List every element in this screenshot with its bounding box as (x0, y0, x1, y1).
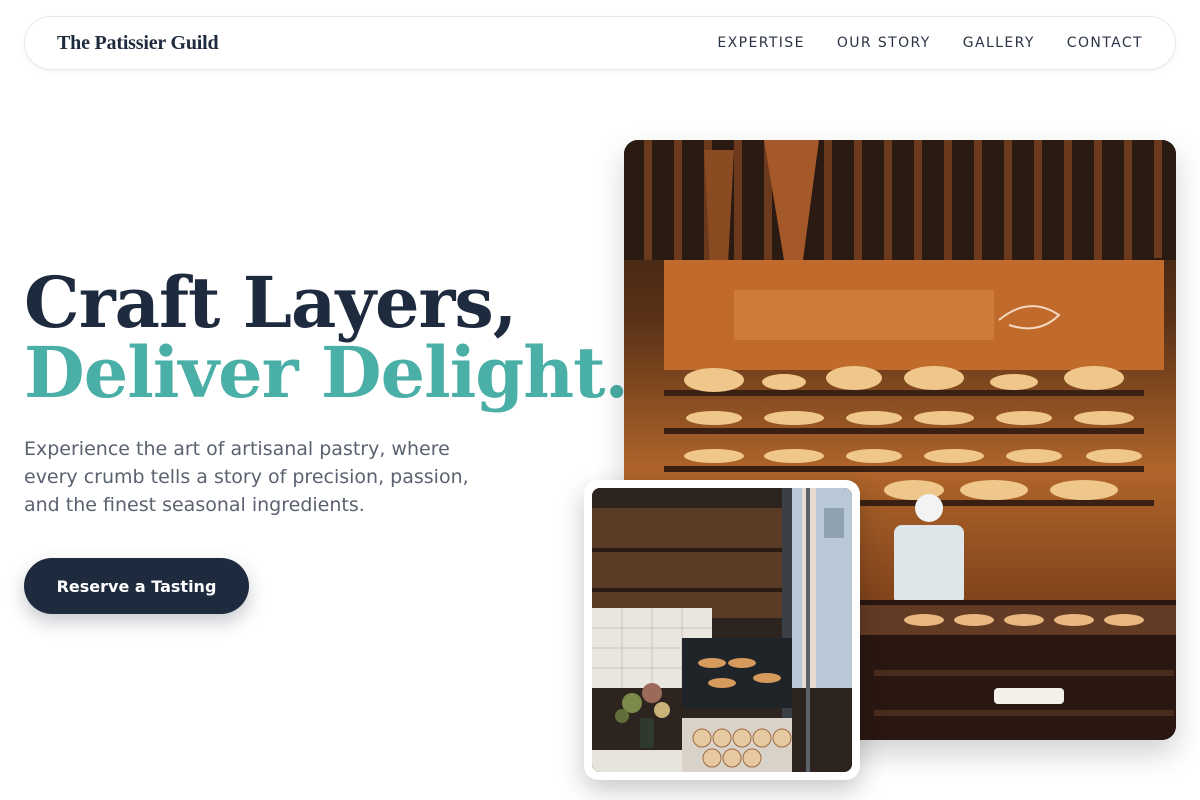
hero-title: Craft Layers, Deliver Delight. (24, 261, 629, 414)
hero-subtitle: Experience the art of artisanal pastry, … (24, 438, 469, 516)
bakery-window-photo (584, 480, 860, 780)
hero-title-line2: Deliver Delight. (24, 331, 629, 414)
hero-title-line1: Craft Layers, (24, 261, 517, 344)
nav-link-our-story[interactable]: OUR STORY (837, 35, 931, 51)
nav-link-expertise[interactable]: EXPERTISE (717, 35, 804, 51)
bakery-window-photo-frame (592, 488, 852, 772)
brand-logo[interactable]: The Patissier Guild (57, 32, 219, 55)
reserve-tasting-button[interactable]: Reserve a Tasting (24, 558, 249, 614)
top-nav: The Patissier Guild EXPERTISE OUR STORY … (24, 16, 1176, 70)
nav-links: EXPERTISE OUR STORY GALLERY CONTACT (717, 35, 1143, 51)
bakery-window-illustration (592, 488, 852, 772)
nav-link-gallery[interactable]: GALLERY (963, 35, 1035, 51)
nav-link-contact[interactable]: CONTACT (1067, 35, 1143, 51)
